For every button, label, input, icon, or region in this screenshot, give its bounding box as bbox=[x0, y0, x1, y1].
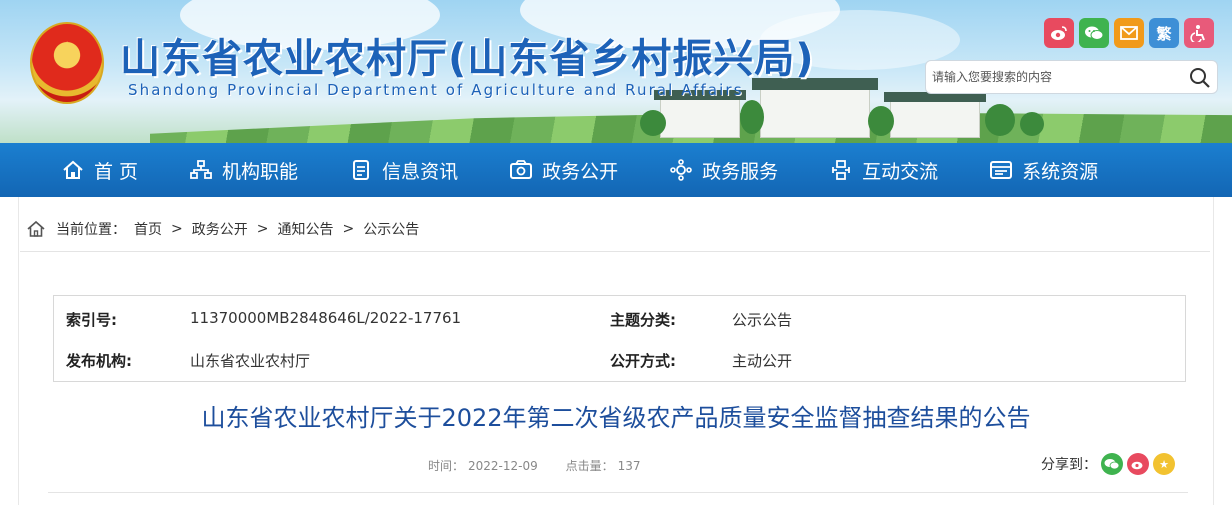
nav-item-interaction[interactable]: 互动交流 bbox=[828, 143, 938, 197]
breadcrumb-separator: > bbox=[342, 221, 355, 237]
index-value: 11370000MB2848646L/2022-17761 bbox=[190, 309, 462, 327]
site-banner: ★ 山东省农业农村厅(山东省乡村振兴局) Shandong Provincial… bbox=[0, 0, 1232, 143]
system-icon bbox=[988, 157, 1014, 183]
mail-icon[interactable] bbox=[1114, 18, 1144, 48]
home-icon bbox=[26, 220, 46, 238]
site-title: 山东省农业农村厅(山东省乡村振兴局) bbox=[120, 36, 815, 82]
site-subtitle: Shandong Provincial Department of Agricu… bbox=[128, 81, 744, 99]
views-label: 点击量： bbox=[565, 459, 614, 473]
wechat-icon[interactable] bbox=[1079, 18, 1109, 48]
nav-item-label: 系统资源 bbox=[1022, 160, 1099, 183]
favorite-star-icon[interactable]: ★ bbox=[1153, 453, 1175, 475]
wechat-icon[interactable] bbox=[1101, 453, 1123, 475]
disclosure-value: 主动公开 bbox=[732, 352, 793, 370]
service-icon bbox=[668, 157, 694, 183]
time-label: 时间： bbox=[428, 459, 465, 473]
interaction-icon bbox=[828, 157, 854, 183]
breadcrumb-link-notices[interactable]: 通知公告 bbox=[277, 219, 333, 239]
share-label: 分享到： bbox=[1041, 457, 1097, 473]
nav-item-home[interactable]: 首 页 bbox=[60, 143, 138, 197]
disclosure-label: 公开方式: bbox=[610, 352, 676, 370]
nav-item-system[interactable]: 系统资源 bbox=[988, 143, 1098, 197]
publisher-value: 山东省农业农村厅 bbox=[190, 352, 311, 370]
topic-value: 公示公告 bbox=[732, 311, 793, 329]
views-value: 137 bbox=[617, 459, 641, 473]
share-bar: 分享到： ★ bbox=[1041, 453, 1175, 475]
nav-item-organization[interactable]: 机构职能 bbox=[188, 143, 298, 197]
nav-item-label: 政务服务 bbox=[702, 160, 779, 183]
content-border-right bbox=[1213, 197, 1214, 505]
quick-links: 繁 bbox=[1044, 18, 1214, 48]
search-input[interactable] bbox=[932, 61, 1182, 93]
traditional-chinese-icon[interactable]: 繁 bbox=[1149, 18, 1179, 48]
breadcrumb-prefix: 当前位置： bbox=[56, 222, 126, 238]
organization-icon bbox=[188, 157, 214, 183]
nav-item-label: 首 页 bbox=[94, 160, 139, 183]
search-box bbox=[925, 60, 1218, 94]
main-nav: 首 页 机构职能 信息资讯 政务公开 政务服务 互动交流 系统资源 bbox=[0, 143, 1232, 197]
breadcrumb-separator: > bbox=[256, 221, 269, 237]
breadcrumb-separator: > bbox=[171, 221, 183, 237]
nav-item-disclosure[interactable]: 政务公开 bbox=[508, 143, 618, 197]
nav-item-label: 政务公开 bbox=[542, 160, 619, 183]
index-label: 索引号: bbox=[66, 311, 117, 329]
breadcrumb: 当前位置： 首页 > 政务公开 > 通知公告 > 公示公告 bbox=[26, 218, 419, 240]
nav-item-label: 机构职能 bbox=[222, 160, 299, 183]
article-title: 山东省农业农村厅关于2022年第二次省级农产品质量安全监督抽查结果的公告 bbox=[201, 404, 1031, 432]
nav-item-service[interactable]: 政务服务 bbox=[668, 143, 778, 197]
breadcrumb-link-disclosure[interactable]: 政务公开 bbox=[192, 219, 248, 239]
article-info: 时间： 2022-12-09 点击量： 137 bbox=[428, 457, 645, 474]
weibo-icon[interactable] bbox=[1044, 18, 1074, 48]
national-emblem-icon: ★ bbox=[30, 22, 104, 104]
accessibility-icon[interactable] bbox=[1184, 18, 1214, 48]
divider bbox=[48, 492, 1188, 493]
document-icon bbox=[348, 157, 374, 183]
divider bbox=[20, 251, 1210, 252]
home-icon bbox=[60, 157, 86, 183]
nav-item-label: 互动交流 bbox=[862, 160, 939, 183]
publisher-label: 发布机构: bbox=[66, 352, 132, 370]
weibo-icon[interactable] bbox=[1127, 453, 1149, 475]
breadcrumb-link-home[interactable]: 首页 bbox=[134, 219, 162, 239]
document-meta-table: 索引号: 11370000MB2848646L/2022-17761 主题分类:… bbox=[53, 295, 1186, 382]
content-border-left bbox=[18, 197, 19, 505]
search-icon[interactable] bbox=[1189, 67, 1211, 89]
nav-item-news[interactable]: 信息资讯 bbox=[348, 143, 458, 197]
nav-item-label: 信息资讯 bbox=[382, 160, 459, 183]
topic-label: 主题分类: bbox=[610, 311, 676, 329]
breadcrumb-link-announcements[interactable]: 公示公告 bbox=[363, 219, 419, 239]
disclosure-icon bbox=[508, 157, 534, 183]
time-value: 2022-12-09 bbox=[468, 459, 538, 473]
